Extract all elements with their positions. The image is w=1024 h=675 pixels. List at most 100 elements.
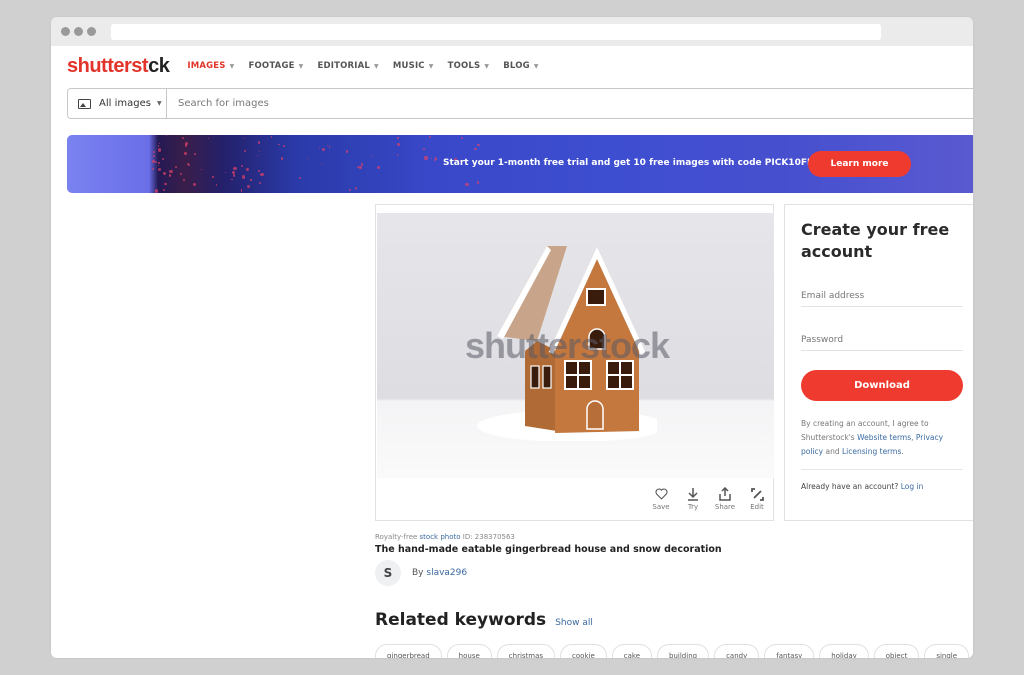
login-pre: Already have an account?	[801, 482, 901, 491]
learn-more-button[interactable]: Learn more	[808, 151, 911, 177]
banner-speck	[163, 172, 167, 176]
photo-meta: Royalty-free stock photo ID: 238370563 T…	[375, 533, 775, 586]
show-all-link[interactable]: Show all	[555, 618, 593, 628]
keyword-chip-building[interactable]: building	[657, 644, 710, 658]
banner-speck	[258, 170, 260, 172]
save-label: Save	[652, 503, 670, 511]
banner-speck	[216, 184, 218, 186]
banner-speck	[158, 162, 160, 164]
banner-speck	[240, 189, 242, 191]
download-button[interactable]: Download	[801, 370, 963, 401]
password-field[interactable]	[801, 335, 963, 345]
banner-speck	[194, 152, 196, 155]
chevron-down-icon: ▼	[533, 62, 539, 70]
image-icon	[78, 98, 91, 109]
nav-label: EDITORIAL	[317, 61, 371, 71]
window-minimize-dot[interactable]	[74, 27, 83, 36]
share-icon	[718, 487, 732, 501]
nav-label: MUSIC	[392, 61, 425, 71]
banner-speck	[201, 168, 203, 170]
keyword-chip-christmas[interactable]: christmas	[496, 644, 556, 658]
website-terms-link[interactable]: Website terms	[857, 433, 911, 442]
email-field[interactable]	[801, 291, 963, 301]
email-field-wrap	[801, 283, 963, 307]
window-maximize-dot[interactable]	[87, 27, 96, 36]
banner-speck	[282, 144, 285, 148]
keyword-chip-fantasy[interactable]: fantasy	[764, 644, 815, 658]
search-type-dropdown[interactable]: All images ▼	[68, 89, 167, 118]
banner-speck	[180, 173, 183, 176]
keyword-chip-cake[interactable]: cake	[611, 644, 653, 658]
photo-id-line: Royalty-free stock photo ID: 238370563	[375, 533, 775, 541]
nav-images[interactable]: IMAGES ▼	[187, 61, 234, 71]
chevron-down-icon: ▼	[156, 100, 162, 107]
stock-photo-link[interactable]: stock photo	[420, 533, 461, 541]
stock-photo[interactable]: shutterstock	[377, 213, 774, 478]
banner-speck	[277, 143, 280, 146]
edit-button[interactable]: Edit	[741, 487, 773, 511]
banner-speck	[258, 150, 260, 152]
banner-speck	[424, 156, 428, 160]
licensing-terms-link[interactable]: Licensing terms	[842, 447, 901, 456]
login-link[interactable]: Log in	[901, 482, 924, 491]
author-row: S By slava296	[375, 560, 775, 586]
try-label: Try	[687, 503, 699, 511]
banner-speck	[154, 189, 159, 193]
browser-window: shutterstck IMAGES ▼ FOOTAGE ▼ EDITORIAL ▼ …	[51, 17, 973, 658]
nav-label: BLOG	[503, 61, 530, 71]
banner-speck	[259, 181, 262, 185]
terms-text: By creating an account, I agree to Shutt…	[801, 417, 963, 459]
banner-speck	[184, 142, 188, 146]
keyword-chip-candy[interactable]: candy	[714, 644, 760, 658]
shutterstock-logo[interactable]: shutterstck	[67, 54, 170, 78]
keyword-chip-single[interactable]: single	[924, 644, 970, 658]
banner-speck	[260, 172, 264, 177]
address-bar[interactable]	[111, 24, 881, 40]
banner-speck	[256, 154, 258, 157]
nav-blog[interactable]: BLOG ▼	[503, 61, 538, 71]
banner-speck	[474, 148, 477, 151]
banner-speck	[476, 143, 480, 147]
try-button[interactable]: Try	[677, 487, 709, 511]
search-type-label: All images	[99, 98, 151, 109]
author-link[interactable]: slava296	[426, 568, 467, 578]
banner-speck	[360, 163, 364, 167]
keyword-chip-cookie[interactable]: cookie	[560, 644, 607, 658]
banner-speck	[280, 156, 284, 160]
nav-footage[interactable]: FOOTAGE ▼	[248, 61, 303, 71]
chevron-down-icon: ▼	[428, 62, 434, 70]
search-input[interactable]	[167, 89, 973, 118]
banner-speck	[157, 148, 162, 152]
banner-speck	[174, 165, 178, 168]
banner-speck	[246, 184, 251, 189]
share-label: Share	[714, 503, 736, 511]
banner-speck	[192, 183, 196, 186]
nav-tools[interactable]: TOOLS ▼	[448, 61, 490, 71]
page: shutterstck IMAGES ▼ FOOTAGE ▼ EDITORIAL ▼ …	[51, 46, 973, 658]
logo-part1: shutterst	[67, 54, 149, 77]
keyword-chip-house[interactable]: house	[446, 644, 492, 658]
photo-id: ID: 238370563	[460, 533, 515, 541]
window-close-dot[interactable]	[61, 27, 70, 36]
banner-speck	[328, 146, 331, 148]
banner-speck	[257, 141, 260, 144]
keyword-chip-object[interactable]: object	[873, 644, 920, 658]
share-button[interactable]: Share	[709, 487, 741, 511]
save-button[interactable]: Save	[645, 487, 677, 511]
author-byline: By slava296	[412, 568, 467, 578]
banner-speck	[165, 135, 168, 137]
banner-speck	[428, 136, 431, 139]
nav-editorial[interactable]: EDITORIAL ▼	[317, 61, 378, 71]
banner-speck	[242, 175, 246, 179]
keyword-chip-holiday[interactable]: holiday	[819, 644, 869, 658]
related-keywords-heading: Related keywords	[375, 610, 547, 630]
avatar[interactable]: S	[375, 560, 401, 586]
banner-speck	[233, 174, 236, 177]
nav-music[interactable]: MUSIC ▼	[393, 61, 434, 71]
banner-speck	[161, 158, 164, 161]
keyword-chip-gingerbread[interactable]: gingerbread	[375, 644, 442, 658]
banner-speck	[158, 142, 161, 145]
banner-speck	[188, 163, 191, 166]
banner-speck	[246, 167, 250, 172]
banner-speck	[212, 176, 214, 178]
